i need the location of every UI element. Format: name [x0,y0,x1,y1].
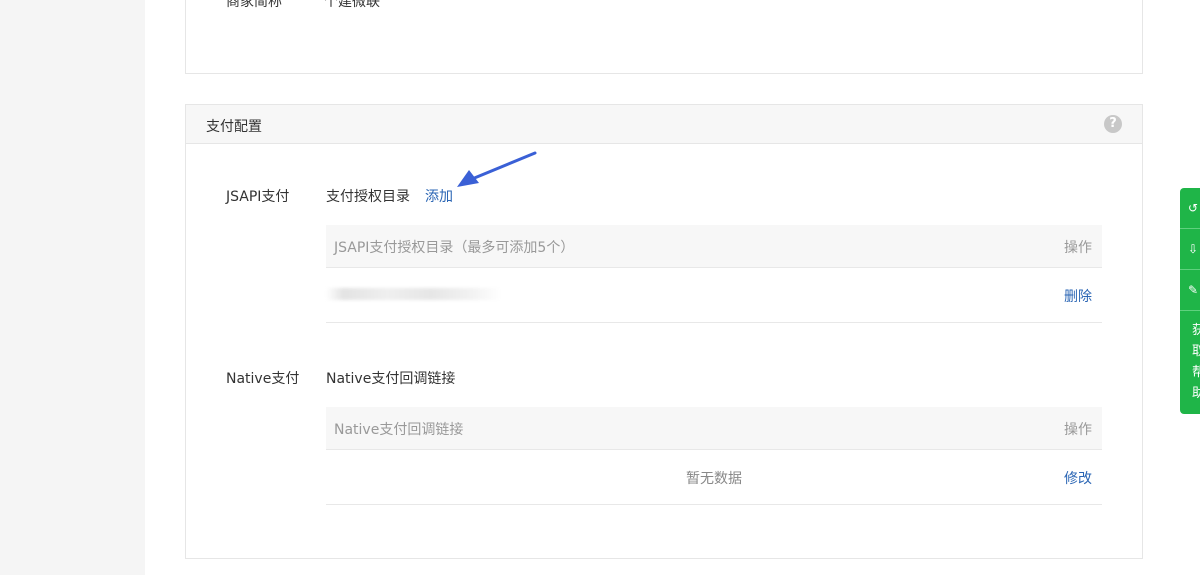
float-tab-edit[interactable]: ✎ [1180,270,1200,311]
native-table-column-action: 操作 [1064,422,1092,438]
jsapi-table-header: JSAPI支付授权目录（最多可添加5个） 操作 [326,225,1102,268]
table-row: 删除 [326,268,1102,323]
float-tab-refresh[interactable]: ↺ [1180,188,1200,229]
merchant-info-card: 商家简称 个建微联 [185,0,1143,74]
empty-data-text: 暂无数据 [686,471,742,487]
jsapi-auth-dir-label: 支付授权目录 [326,189,410,205]
table-row: 暂无数据 修改 [326,450,1102,505]
payment-config-header: 支付配置 ? [186,105,1142,144]
modify-link[interactable]: 修改 [1064,468,1092,488]
merchant-short-name-value: 个建微联 [324,0,380,10]
annotation-arrow-icon [457,151,537,187]
jsapi-payment-label: JSAPI支付 [226,189,290,205]
delete-link[interactable]: 删除 [1064,286,1092,306]
native-callback-table: Native支付回调链接 操作 暂无数据 修改 [326,407,1102,505]
redacted-url [326,288,501,300]
jsapi-table-column-dir: JSAPI支付授权目录（最多可添加5个） [334,240,575,256]
merchant-short-name-row: 商家简称 个建微联 [226,0,380,11]
payment-config-title: 支付配置 [206,119,262,135]
float-tab-label[interactable]: 获取帮助 [1192,320,1200,404]
jsapi-auth-dir-table: JSAPI支付授权目录（最多可添加5个） 操作 删除 [326,225,1102,323]
edit-icon: ✎ [1188,283,1199,297]
refresh-icon: ↺ [1188,201,1199,215]
native-payment-label: Native支付 [226,371,300,387]
jsapi-add-link[interactable]: 添加 [425,186,453,206]
payment-config-card: 支付配置 ? JSAPI支付 支付授权目录 添加 JSAPI支付授权目录（最多可… [185,104,1143,559]
native-table-header: Native支付回调链接 操作 [326,407,1102,450]
merchant-short-name-label: 商家简称 [226,0,282,10]
float-tab-download[interactable]: ⇩ [1180,229,1200,270]
left-sidebar-background [0,0,145,575]
jsapi-table-column-action: 操作 [1064,240,1092,256]
native-table-column-callback: Native支付回调链接 [334,422,464,438]
download-icon: ⇩ [1188,242,1199,256]
help-icon[interactable]: ? [1104,115,1122,133]
floating-help-tab[interactable]: ↺ ⇩ ✎ 获取帮助 [1180,188,1200,414]
native-callback-label: Native支付回调链接 [326,371,456,387]
